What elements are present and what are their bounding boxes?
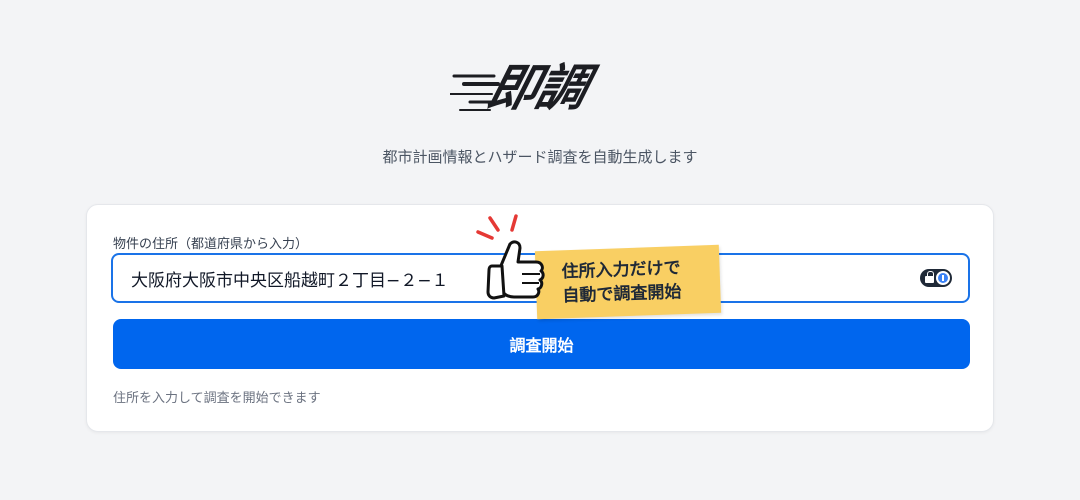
start-survey-button[interactable]: 調査開始 <box>113 319 970 369</box>
callout-note: 住所入力だけで 自動で調査開始 <box>534 244 722 320</box>
tagline: 都市計画情報とハザード調査を自動生成します <box>382 148 698 166</box>
form-hint: 住所を入力して調査を開始できます <box>113 391 321 406</box>
lock-icon <box>925 270 934 283</box>
address-field-label: 物件の住所（都道府県から入力） <box>113 237 309 252</box>
logo: 即調 <box>0 48 1080 120</box>
password-manager-icon[interactable] <box>920 269 952 287</box>
thumbs-up-icon <box>476 214 545 300</box>
callout-line-2: 自動で調査開始 <box>562 282 682 307</box>
logo-text: 即調 <box>481 59 593 117</box>
info-circle-icon <box>936 271 950 285</box>
